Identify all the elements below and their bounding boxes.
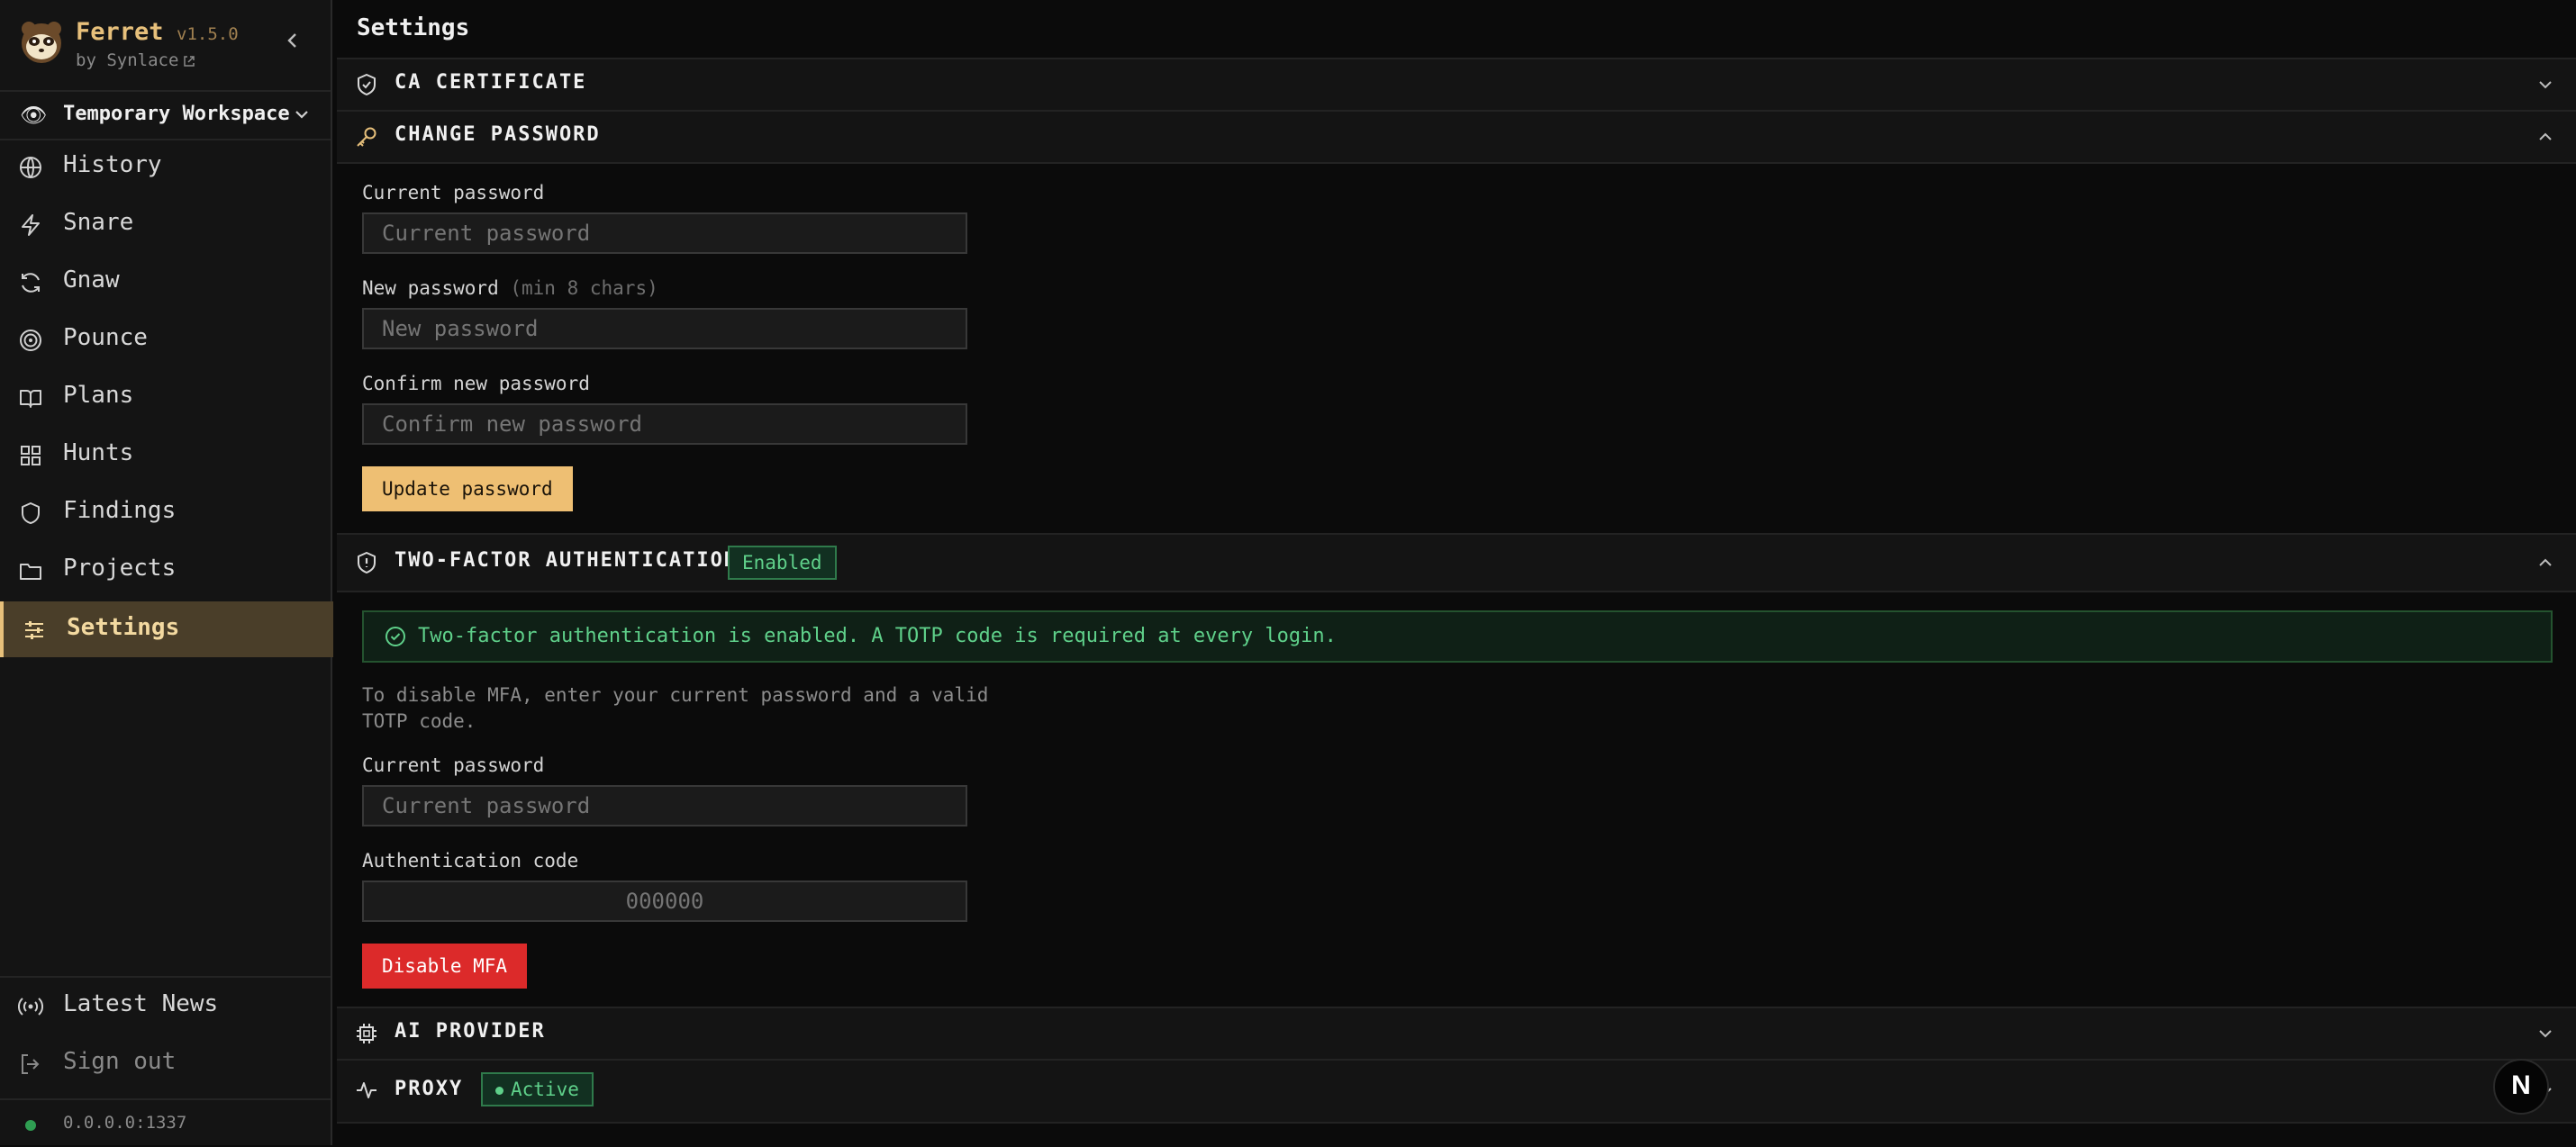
chevron-down-icon — [2539, 81, 2552, 89]
sidebar-item-label: Plans — [63, 382, 134, 409]
new-password-label: New password (min 8 chars) — [362, 277, 658, 299]
sidebar-item-plans[interactable]: Plans — [0, 369, 330, 425]
section-title: CA CERTIFICATE — [395, 71, 587, 94]
folder-icon — [20, 564, 41, 580]
sidebar-item-label: History — [63, 151, 162, 178]
sidebar-item-settings[interactable]: Settings — [0, 601, 333, 657]
sidebar-item-hunts[interactable]: Hunts — [0, 427, 330, 483]
vendor-link[interactable]: by Synlace — [76, 50, 196, 70]
new-password-label-text: New password — [362, 277, 499, 299]
sidebar: Ferret v1.5.0 by Synlace 👁 Temporary Wor… — [0, 0, 333, 1147]
chevron-down-icon — [2539, 1030, 2552, 1038]
section-title: PROXY — [395, 1078, 464, 1100]
grid-icon — [21, 446, 41, 465]
proxy-badge-label: Active — [511, 1079, 579, 1100]
mfa-current-password-label: Current password — [362, 754, 545, 776]
shield-check-icon — [358, 74, 376, 95]
eye-icon: 👁 — [20, 103, 48, 128]
sidebar-item-gnaw[interactable]: Gnaw — [0, 254, 330, 310]
zap-icon — [22, 214, 40, 236]
page-title: Settings — [357, 14, 470, 41]
broadcast-icon — [18, 998, 43, 1016]
sidebar-item-projects[interactable]: Projects — [0, 542, 330, 598]
auth-code-input[interactable] — [362, 881, 967, 922]
sidebar-item-label: Snare — [63, 209, 134, 236]
check-circle-icon — [385, 627, 405, 646]
shield-alert-icon — [358, 552, 376, 574]
ferret-logo-icon — [22, 22, 61, 63]
section-ca-certificate-header[interactable]: CA CERTIFICATE — [337, 58, 2576, 112]
section-change-password-header[interactable]: CHANGE PASSWORD — [337, 110, 2576, 164]
workspace-selector[interactable]: 👁 Temporary Workspace — [0, 90, 331, 140]
notice-text: Two-factor authentication is enabled. A … — [418, 625, 1337, 647]
sidebar-item-history[interactable]: History — [0, 139, 330, 194]
sign-out-button[interactable]: Sign out — [0, 1035, 330, 1091]
vendor-label: by Synlace — [76, 50, 179, 70]
chip-icon — [357, 1024, 376, 1043]
chevron-up-icon — [2539, 558, 2552, 566]
globe-icon — [20, 157, 41, 178]
app-name: Ferret — [76, 18, 164, 46]
mfa-enabled-notice: Two-factor authentication is enabled. A … — [362, 610, 2553, 663]
current-password-input[interactable] — [362, 212, 967, 254]
key-icon — [357, 127, 376, 147]
section-title: CHANGE PASSWORD — [395, 123, 601, 146]
sidebar-item-label: Pounce — [63, 324, 148, 351]
sidebar-item-label: Hunts — [63, 439, 134, 466]
chevron-down-icon — [295, 111, 308, 119]
sidebar-item-label: Projects — [63, 555, 177, 582]
section-ai-provider-header[interactable]: AI PROVIDER — [337, 1007, 2576, 1061]
new-password-input[interactable] — [362, 308, 967, 349]
external-link-icon — [184, 55, 195, 67]
confirm-password-label: Confirm new password — [362, 373, 590, 394]
workspace-name: Temporary Workspace — [63, 103, 290, 125]
sidebar-item-snare[interactable]: Snare — [0, 196, 330, 252]
nextjs-dev-button[interactable]: N — [2493, 1059, 2549, 1115]
section-proxy-header[interactable]: PROXY Active — [337, 1059, 2576, 1124]
latest-news-button[interactable]: Latest News — [0, 978, 330, 1034]
book-icon — [20, 390, 41, 408]
sidebar-item-label: Findings — [63, 497, 177, 524]
sidebar-item-label: Gnaw — [63, 266, 120, 294]
sign-out-label: Sign out — [63, 1048, 177, 1075]
refresh-icon — [22, 273, 40, 293]
app-version: v1.5.0 — [177, 24, 239, 44]
disable-mfa-button[interactable]: Disable MFA — [362, 944, 528, 989]
current-password-label: Current password — [362, 182, 545, 203]
server-address: 0.0.0.0:1337 — [63, 1113, 187, 1133]
server-status: 0.0.0.0:1337 — [0, 1098, 331, 1147]
update-password-button[interactable]: Update password — [362, 466, 573, 511]
mfa-current-password-input[interactable] — [362, 785, 967, 826]
sidebar-item-label: Settings — [67, 614, 180, 641]
sliders-icon — [25, 621, 43, 639]
latest-news-label: Latest News — [63, 990, 219, 1017]
mfa-enabled-badge: Enabled — [728, 546, 837, 580]
section-mfa-header[interactable]: TWO-FACTOR AUTHENTICATION Enabled — [337, 533, 2576, 592]
section-title: AI PROVIDER — [395, 1020, 546, 1043]
main-content: Settings CA CERTIFICATE CHANGE PASSWORD … — [337, 0, 2576, 1145]
auth-code-label: Authentication code — [362, 850, 579, 872]
proxy-active-badge: Active — [481, 1072, 594, 1106]
confirm-password-input[interactable] — [362, 403, 967, 445]
target-icon — [20, 330, 41, 351]
status-dot — [25, 1120, 36, 1131]
brand: Ferret v1.5.0 by Synlace — [18, 16, 315, 70]
collapse-sidebar-icon[interactable] — [279, 27, 306, 54]
sidebar-item-pounce[interactable]: Pounce — [0, 312, 330, 367]
logout-icon — [22, 1054, 40, 1074]
activity-icon — [357, 1082, 376, 1098]
mfa-disable-description: To disable MFA, enter your current passw… — [362, 684, 989, 732]
active-dot — [495, 1086, 503, 1095]
new-password-hint: (min 8 chars) — [510, 277, 658, 299]
sidebar-item-findings[interactable]: Findings — [0, 484, 330, 540]
chevron-up-icon — [2539, 132, 2552, 140]
section-title: TWO-FACTOR AUTHENTICATION — [395, 549, 739, 572]
shield-icon — [22, 502, 40, 524]
